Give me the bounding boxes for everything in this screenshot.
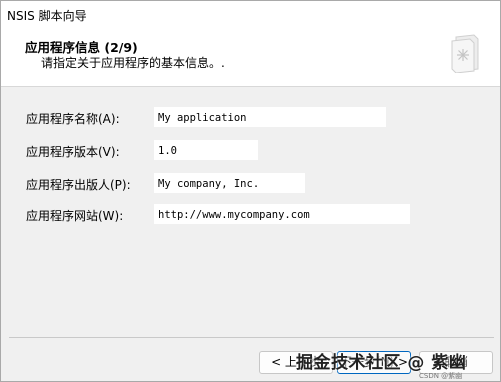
watermark-small-text: CSDN @紫幽	[419, 372, 463, 380]
app-name-row: 应用程序名称(A): My application	[1, 107, 500, 129]
app-version-input[interactable]: 1.0	[154, 140, 258, 160]
wizard-header: 应用程序信息 (2/9) 请指定关于应用程序的基本信息。.	[1, 31, 500, 87]
app-website-row: 应用程序网站(W): http://www.mycompany.com	[1, 204, 500, 226]
page-subtitle: 请指定关于应用程序的基本信息。.	[41, 56, 225, 70]
wizard-window: NSIS 脚本向导 应用程序信息 (2/9) 请指定关于应用程序的基本信息。. …	[0, 0, 501, 382]
title-bar[interactable]: NSIS 脚本向导	[1, 1, 500, 31]
app-name-label: 应用程序名称(A):	[26, 112, 120, 126]
app-website-input[interactable]: http://www.mycompany.com	[154, 204, 410, 224]
window-title: NSIS 脚本向导	[7, 9, 87, 23]
app-publisher-label: 应用程序出版人(P):	[26, 178, 131, 192]
app-website-label: 应用程序网站(W):	[26, 209, 124, 223]
app-publisher-input[interactable]: My company, Inc.	[154, 173, 305, 193]
wizard-content: 应用程序名称(A): My application 应用程序版本(V): 1.0…	[1, 88, 500, 340]
app-publisher-row: 应用程序出版人(P): My company, Inc.	[1, 173, 500, 195]
app-version-row: 应用程序版本(V): 1.0	[1, 140, 500, 162]
watermark-text: 掘金技术社区 @ 紫幽	[296, 353, 467, 373]
install-wizard-icon	[451, 34, 479, 73]
app-version-label: 应用程序版本(V):	[26, 145, 120, 159]
app-name-input[interactable]: My application	[154, 107, 386, 127]
